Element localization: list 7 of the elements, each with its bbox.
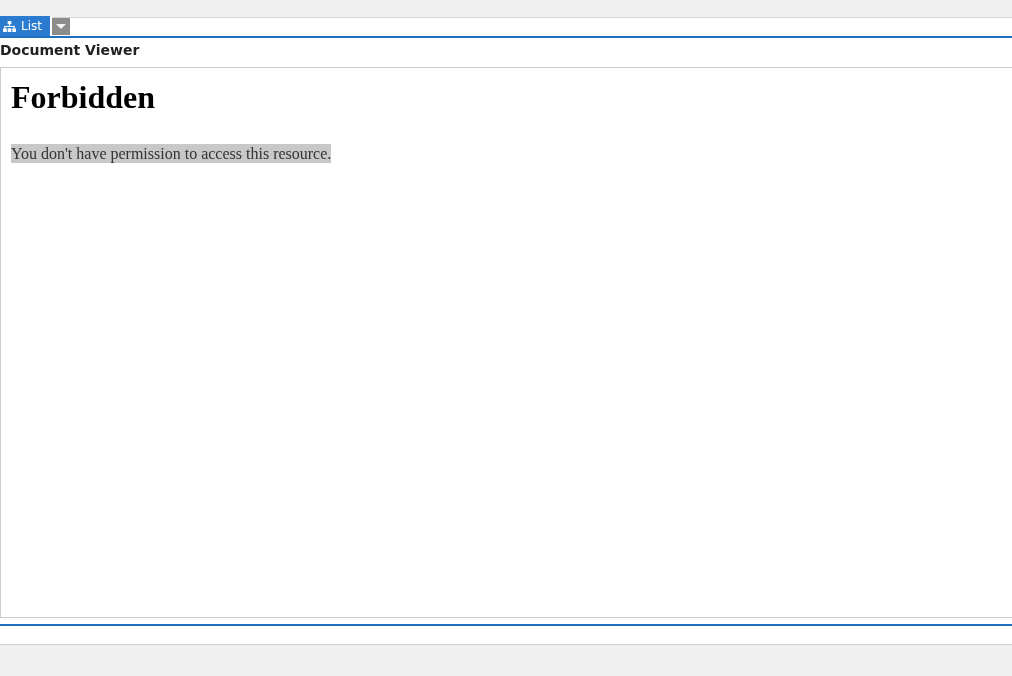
dropdown-button[interactable]: [52, 17, 70, 35]
panel-title: Document Viewer: [0, 41, 140, 59]
error-message: You don't have permission to access this resource.: [11, 144, 332, 163]
hierarchy-icon: [3, 20, 16, 32]
caret-icon: [56, 24, 66, 29]
page-heading: Forbidden: [11, 79, 156, 116]
list-tab[interactable]: List: [0, 16, 50, 36]
